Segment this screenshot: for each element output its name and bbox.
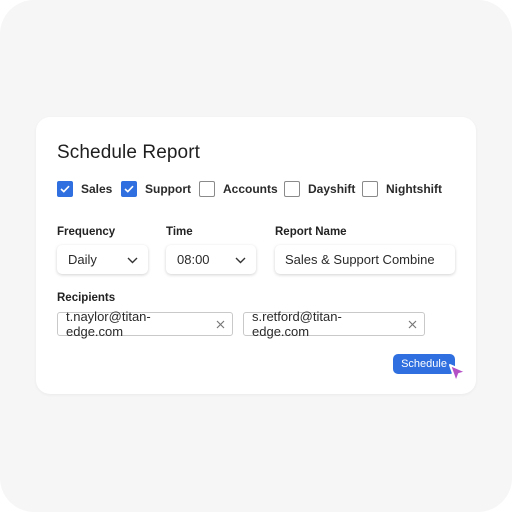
checkbox-label: Accounts	[223, 182, 278, 196]
checkbox-label: Support	[145, 182, 191, 196]
checkbox-label: Sales	[81, 182, 113, 196]
report-name-input[interactable]: Sales & Support Combine	[275, 245, 455, 274]
checkbox-checked-icon[interactable]	[57, 181, 73, 197]
recipient-chip: t.naylor@titan-edge.com	[57, 309, 233, 339]
recipient-email: t.naylor@titan-edge.com	[66, 309, 151, 339]
dialog-title: Schedule Report	[57, 142, 201, 163]
time-select[interactable]: 08:00	[166, 245, 256, 274]
checkbox-support[interactable]: Support	[121, 180, 191, 198]
recipients-label: Recipients	[57, 292, 116, 304]
checkbox-label: Nightshift	[386, 182, 442, 196]
cursor-pointer-icon	[448, 363, 468, 390]
recipient-email: s.retford@titan-edge.com	[252, 309, 342, 339]
time-value: 08:00	[177, 252, 210, 267]
frequency-label: Frequency	[57, 226, 116, 238]
checkbox-dayshift[interactable]: Dayshift	[284, 180, 355, 198]
frequency-value: Daily	[68, 252, 97, 267]
recipient-chip: s.retford@titan-edge.com	[243, 309, 425, 339]
chevron-down-icon	[235, 251, 246, 269]
checkbox-unchecked-icon[interactable]	[199, 181, 215, 197]
checkbox-accounts[interactable]: Accounts	[199, 180, 278, 198]
checkbox-unchecked-icon[interactable]	[284, 181, 300, 197]
remove-recipient-icon[interactable]	[408, 320, 417, 329]
checkbox-checked-icon[interactable]	[121, 181, 137, 197]
chevron-down-icon	[127, 251, 138, 269]
frequency-select[interactable]: Daily	[57, 245, 148, 274]
checkbox-label: Dayshift	[308, 182, 356, 196]
checkbox-unchecked-icon[interactable]	[362, 181, 378, 197]
schedule-report-dialog: Schedule Report Sales Support Accounts D…	[36, 117, 476, 394]
checkbox-nightshift[interactable]: Nightshift	[362, 180, 442, 198]
schedule-button[interactable]: Schedule	[393, 354, 455, 374]
report-name-label: Report Name	[275, 226, 347, 238]
time-label: Time	[166, 226, 193, 238]
checkbox-sales[interactable]: Sales	[57, 180, 112, 198]
remove-recipient-icon[interactable]	[216, 320, 225, 329]
